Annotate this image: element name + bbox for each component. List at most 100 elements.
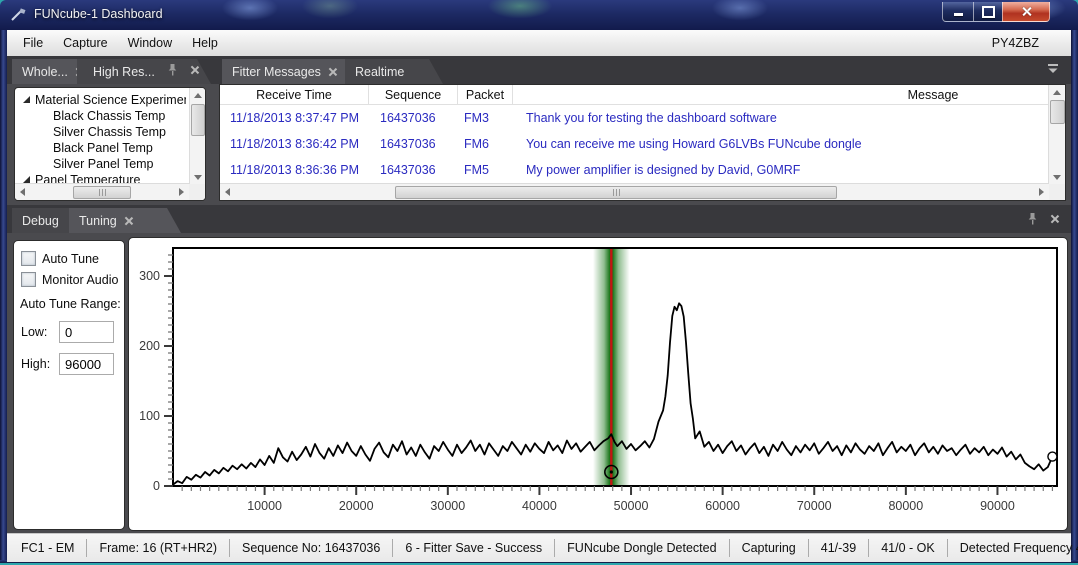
tree-item-black-chassis-temp[interactable]: Black Chassis Temp: [19, 108, 186, 124]
svg-text:60000: 60000: [705, 499, 740, 513]
svg-text:300: 300: [139, 269, 160, 283]
scroll-down-icon[interactable]: [190, 170, 205, 184]
table-header: Receive Time Sequence Packet Message: [220, 85, 1049, 105]
auto-tune-controls: Auto Tune Monitor Audio Auto Tune Range:…: [13, 240, 125, 530]
svg-text:10000: 10000: [247, 499, 282, 513]
window-border-right: [1071, 30, 1078, 561]
window-position-icon[interactable]: [1047, 63, 1059, 74]
auto-tune-checkbox-row[interactable]: Auto Tune: [21, 251, 124, 266]
scroll-right-icon[interactable]: [174, 184, 189, 200]
expand-icon[interactable]: [23, 96, 30, 103]
auto-tune-range-label: Auto Tune Range:: [20, 297, 124, 311]
menu-window[interactable]: Window: [118, 30, 182, 56]
scrollbar-thumb[interactable]: [395, 186, 837, 199]
svg-text:20000: 20000: [339, 499, 374, 513]
svg-text:200: 200: [139, 339, 160, 353]
window-title: FUNcube-1 Dashboard: [34, 7, 163, 21]
tree-horizontal-scrollbar[interactable]: [15, 183, 189, 200]
tab-close-icon[interactable]: [328, 67, 337, 76]
menu-capture[interactable]: Capture: [53, 30, 117, 56]
app-icon: [11, 8, 26, 21]
close-button[interactable]: [1002, 2, 1050, 22]
tab-close-icon[interactable]: [124, 216, 133, 225]
menu-help[interactable]: Help: [182, 30, 228, 56]
column-sequence[interactable]: Sequence: [369, 85, 458, 104]
column-receive-time[interactable]: Receive Time: [220, 85, 369, 104]
table-row[interactable]: 11/18/2013 8:37:47 PM 16437036 FM3 Thank…: [220, 105, 1049, 131]
status-frame: Frame: 16 (RT+HR2): [87, 539, 230, 557]
scroll-up-icon[interactable]: [1049, 85, 1064, 99]
panel-close-icon[interactable]: [1050, 214, 1059, 223]
high-label: High:: [21, 357, 59, 371]
top-dock: Whole... High Res... Fitter Messages Rea…: [7, 56, 1071, 205]
telemetry-tree-panel: Material Science Experimen Black Chassis…: [14, 87, 206, 201]
status-levels: 41/-39: [809, 539, 869, 557]
tree-item-material-science[interactable]: Material Science Experimen: [19, 92, 186, 108]
table-vertical-scrollbar[interactable]: [1048, 85, 1065, 184]
window-border-left: [0, 30, 7, 561]
auto-tune-checkbox[interactable]: [21, 251, 36, 266]
svg-text:100: 100: [139, 409, 160, 423]
table-row[interactable]: 11/18/2013 8:36:42 PM 16437036 FM6 You c…: [220, 131, 1049, 157]
scroll-down-icon[interactable]: [1049, 170, 1064, 184]
low-input[interactable]: [59, 321, 114, 343]
telemetry-tab-bar: Whole... High Res... Fitter Messages Rea…: [7, 56, 1071, 84]
panel-close-icon[interactable]: [190, 65, 199, 74]
high-input[interactable]: [59, 353, 114, 375]
monitor-audio-checkbox-row[interactable]: Monitor Audio: [21, 272, 124, 287]
menu-bar: File Capture Window Help PY4ZBZ: [7, 30, 1071, 57]
column-packet[interactable]: Packet: [458, 85, 513, 104]
scrollbar-thumb[interactable]: [73, 186, 131, 199]
tree-item-silver-chassis-temp[interactable]: Silver Chassis Temp: [19, 124, 186, 140]
table-horizontal-scrollbar[interactable]: [220, 183, 1049, 200]
scroll-up-icon[interactable]: [190, 88, 205, 102]
bottom-dock: Debug Tuning Auto Tune Monitor Audio: [7, 205, 1071, 533]
svg-text:70000: 70000: [797, 499, 832, 513]
status-capturing: Capturing: [730, 539, 809, 557]
tree-vertical-scrollbar[interactable]: [189, 88, 205, 184]
scroll-left-icon[interactable]: [15, 184, 30, 200]
status-bar: FC1 - EM Frame: 16 (RT+HR2) Sequence No:…: [7, 533, 1071, 562]
scroll-right-icon[interactable]: [1034, 184, 1049, 200]
minimize-icon: [954, 13, 963, 16]
tree-item-silver-panel-temp[interactable]: Silver Panel Temp: [19, 156, 186, 172]
monitor-audio-label: Monitor Audio: [42, 273, 118, 287]
expand-icon[interactable]: [23, 176, 30, 183]
minimize-button[interactable]: [942, 2, 974, 22]
spectrum-plot[interactable]: 0100200300100002000030000400005000060000…: [128, 237, 1068, 531]
tab-realtime[interactable]: Realtime: [345, 59, 443, 84]
tuning-tab-bar: Debug Tuning: [7, 205, 1071, 233]
svg-text:80000: 80000: [888, 499, 923, 513]
monitor-audio-checkbox[interactable]: [21, 272, 36, 287]
tree-item-black-panel-temp[interactable]: Black Panel Temp: [19, 140, 186, 156]
table-row[interactable]: 11/18/2013 8:36:36 PM 16437036 FM5 My po…: [220, 157, 1049, 183]
close-icon: [1021, 6, 1032, 17]
maximize-button[interactable]: [974, 2, 1002, 22]
status-fitter-save: 6 - Fitter Save - Success: [393, 539, 555, 557]
low-label: Low:: [21, 325, 59, 339]
auto-tune-label: Auto Tune: [42, 252, 99, 266]
title-bar: FUNcube-1 Dashboard: [0, 0, 1078, 30]
tree-item-panel-temperature[interactable]: Panel Temperature: [19, 172, 186, 183]
scroll-left-icon[interactable]: [220, 184, 235, 200]
svg-text:30000: 30000: [430, 499, 465, 513]
tab-tuning[interactable]: Tuning: [69, 208, 181, 233]
svg-text:40000: 40000: [522, 499, 557, 513]
spectrum-chart[interactable]: 0100200300100002000030000400005000060000…: [129, 240, 1065, 528]
svg-text:90000: 90000: [980, 499, 1015, 513]
svg-text:0: 0: [153, 479, 160, 493]
column-message[interactable]: Message: [513, 85, 1049, 104]
scrollbar-thumb[interactable]: [1050, 100, 1065, 124]
app-window: FUNcube-1 Dashboard File Capture Window …: [0, 0, 1078, 565]
callsign-label: PY4ZBZ: [982, 30, 1049, 56]
pin-icon[interactable]: [1027, 212, 1038, 225]
status-ok: 41/0 - OK: [869, 539, 948, 557]
status-dongle: FUNcube Dongle Detected: [555, 539, 729, 557]
status-satellite: FC1 - EM: [9, 539, 87, 557]
menu-file[interactable]: File: [13, 30, 53, 56]
fitter-messages-panel: Receive Time Sequence Packet Message 11/…: [219, 84, 1066, 201]
pin-icon[interactable]: [167, 63, 178, 76]
scrollbar-thumb[interactable]: [191, 104, 205, 136]
maximize-icon: [982, 6, 995, 18]
messages-table: Receive Time Sequence Packet Message 11/…: [220, 85, 1049, 184]
